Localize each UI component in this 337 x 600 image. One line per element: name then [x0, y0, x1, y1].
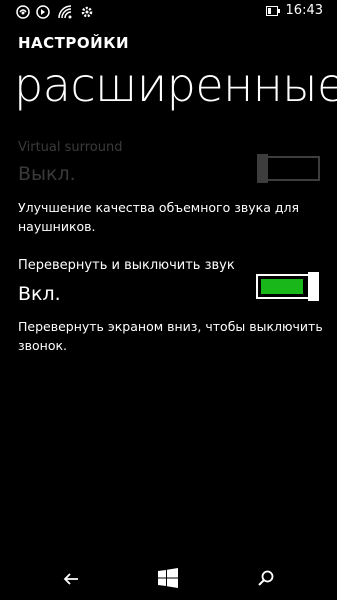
search-icon [258, 570, 274, 590]
page-title: расширенные [14, 58, 337, 112]
virtual-surround-label: Virtual surround [18, 140, 123, 155]
virtual-surround-description: Улучшение качества объемного звука для н… [18, 200, 299, 234]
location-icon [36, 4, 50, 19]
windows-start-icon [158, 568, 178, 592]
app-title: НАСТРОЙКИ [18, 34, 130, 52]
start-button[interactable] [138, 560, 198, 600]
flip-to-silence-description: Перевернуть экраном вниз, чтобы выключит… [18, 319, 323, 353]
nfc-icon [16, 4, 30, 19]
screen: 16:43 НАСТРОЙКИ расширенные Virtual surr… [0, 0, 337, 600]
status-time: 16:43 [285, 3, 323, 18]
status-bar: 16:43 [0, 0, 337, 24]
flip-to-silence-toggle[interactable] [256, 272, 319, 301]
virtual-surround-toggle[interactable] [257, 154, 320, 183]
toggle-knob [257, 154, 268, 183]
wifi-icon [58, 4, 72, 19]
search-button[interactable] [236, 560, 296, 600]
toggle-fill [261, 279, 303, 294]
flip-to-silence-label: Перевернуть и выключить звук [18, 258, 235, 273]
back-button[interactable] [41, 560, 101, 600]
virtual-surround-value: Выкл. [18, 163, 76, 185]
back-icon [63, 571, 79, 590]
flip-to-silence-value: Вкл. [18, 283, 61, 305]
settings-icon [80, 4, 94, 18]
toggle-knob [308, 272, 319, 301]
navigation-bar [0, 560, 337, 600]
battery-icon [266, 6, 280, 16]
